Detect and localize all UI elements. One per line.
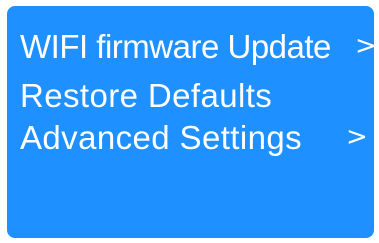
menu-item-label: Advanced Settings [20,119,302,156]
settings-menu-panel: WIFI firmware Update > Restore Defaults … [7,6,374,238]
chevron-right-icon: > [346,122,368,152]
menu-item-wifi-firmware-update[interactable]: WIFI firmware Update > [7,26,374,68]
chevron-right-icon: > [355,31,374,61]
menu-item-label: Restore Defaults [20,77,273,114]
menu-item-advanced-settings[interactable]: Advanced Settings > [7,117,374,159]
menu-item-restore-defaults[interactable]: Restore Defaults [7,75,374,117]
menu-item-label: WIFI firmware Update [20,28,331,65]
device-screen: WIFI firmware Update > Restore Defaults … [0,0,379,243]
